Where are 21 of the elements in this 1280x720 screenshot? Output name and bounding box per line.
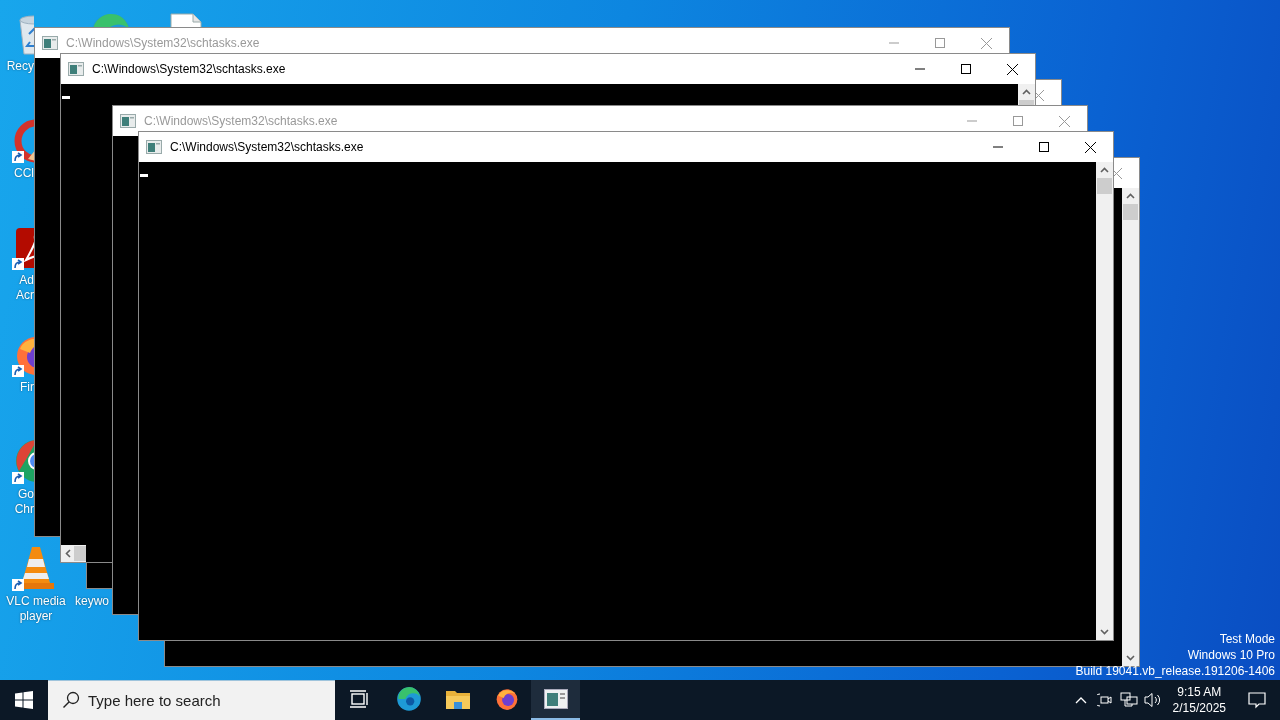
icon-label[interactable]: Recy <box>6 59 34 74</box>
clock-date: 2/15/2025 <box>1172 700 1226 716</box>
icon-label[interactable]: VLC media <box>6 594 66 609</box>
icon-label[interactable]: Acr <box>16 288 34 303</box>
icon-label[interactable]: Chr <box>14 502 34 517</box>
window-title: C:\Windows\System32\schtasks.exe <box>170 140 364 154</box>
icon-label[interactable]: player <box>19 609 53 624</box>
window-title: C:\Windows\System32\schtasks.exe <box>92 62 286 76</box>
icon-label[interactable]: CCl <box>14 166 34 181</box>
icon-label[interactable]: Fir <box>20 380 34 395</box>
clock-time: 9:15 AM <box>1177 684 1222 700</box>
icon-label[interactable]: Ad <box>19 273 34 288</box>
icon-label[interactable]: keywo <box>75 594 109 609</box>
clock[interactable]: 9:15 AM 2/15/2025 <box>1164 680 1234 720</box>
watermark-text: Test Mode <box>1219 631 1275 647</box>
icon-label[interactable]: Go <box>18 487 34 502</box>
watermark-text: Build 19041.vb_release.191206-1406 <box>1075 663 1275 679</box>
watermark-text: Windows 10 Pro <box>1187 647 1275 663</box>
window-title: C:\Windows\System32\schtasks.exe <box>144 114 338 128</box>
window-title: C:\Windows\System32\schtasks.exe <box>66 36 260 50</box>
search-field[interactable]: Type here to search <box>48 680 335 720</box>
